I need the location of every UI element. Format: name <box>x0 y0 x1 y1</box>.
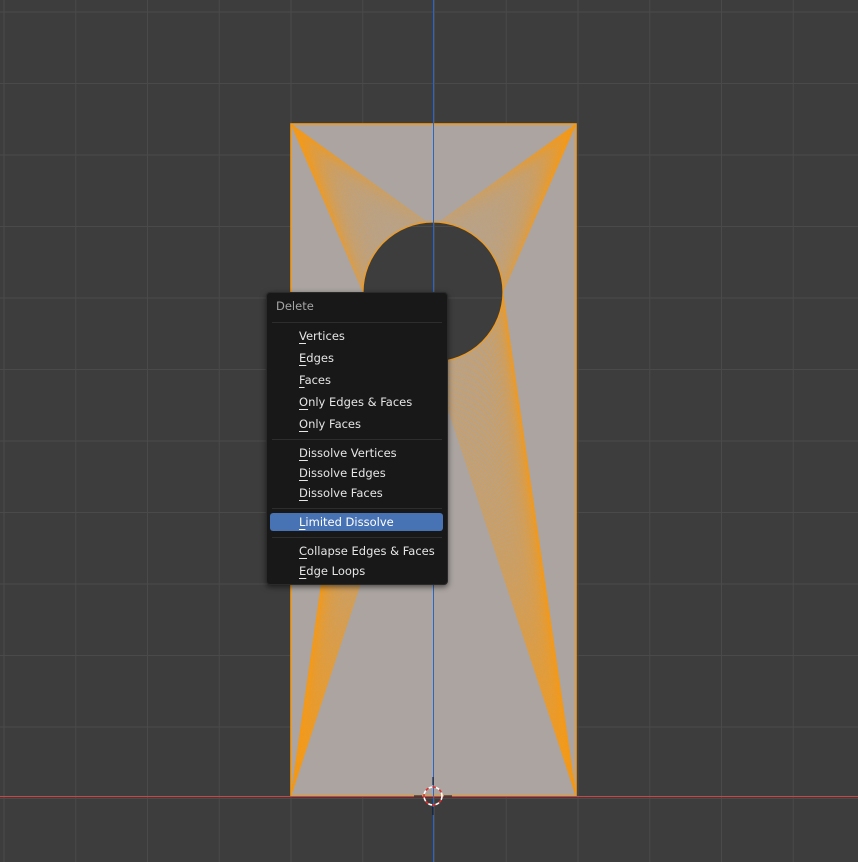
menu-item-label: issolve Edges <box>307 466 386 480</box>
menu-title: Delete <box>276 299 314 313</box>
menu-item-dissolve-faces[interactable]: Dissolve Faces <box>270 484 443 502</box>
menu-item-label: ertices <box>305 329 345 343</box>
menu-item-hotkey-letter: O <box>299 395 309 409</box>
menu-item-label: nly Faces <box>308 417 362 431</box>
menu-separator <box>272 537 442 538</box>
menu-item-label: dge Loops <box>306 564 366 578</box>
menu-item-hotkey-letter: D <box>299 466 308 480</box>
menu-item-dissolve-vertices[interactable]: Dissolve Vertices <box>270 444 443 462</box>
menu-separator <box>272 508 442 509</box>
menu-item-faces[interactable]: Faces <box>270 371 443 389</box>
menu-item-hotkey-letter: O <box>299 417 309 431</box>
menu-item-label: issolve Faces <box>307 486 383 500</box>
menu-item-edges[interactable]: Edges <box>270 349 443 367</box>
menu-item-dissolve-edges[interactable]: Dissolve Edges <box>270 464 443 482</box>
menu-item-only-faces[interactable]: Only Faces <box>270 415 443 433</box>
menu-item-label: issolve Vertices <box>307 446 397 460</box>
menu-item-label: imited Dissolve <box>305 515 394 529</box>
menu-item-edge-loops[interactable]: Edge Loops <box>270 562 443 580</box>
menu-item-label: nly Edges & Faces <box>308 395 413 409</box>
menu-separator <box>272 439 442 440</box>
menu-item-label: ollapse Edges & Faces <box>307 544 435 558</box>
menu-item-hotkey-letter: C <box>299 544 308 558</box>
menu-item-label: aces <box>304 373 331 387</box>
menu-title-separator <box>272 322 442 323</box>
menu-item-hotkey-letter: V <box>299 329 306 343</box>
menu-item-only-edges-and-faces[interactable]: Only Edges & Faces <box>270 393 443 411</box>
delete-context-menu[interactable]: Delete Vertices Edges Faces Only Edges & Fa… <box>266 292 448 585</box>
menu-item-limited-dissolve[interactable]: Limited Dissolve <box>270 513 443 531</box>
menu-item-hotkey-letter: D <box>299 486 308 500</box>
menu-item-vertices[interactable]: Vertices <box>270 327 443 345</box>
menu-item-hotkey-letter: D <box>299 446 308 460</box>
menu-item-label: dges <box>306 351 334 365</box>
menu-item-collapse-edges-and-faces[interactable]: Collapse Edges & Faces <box>270 542 443 560</box>
